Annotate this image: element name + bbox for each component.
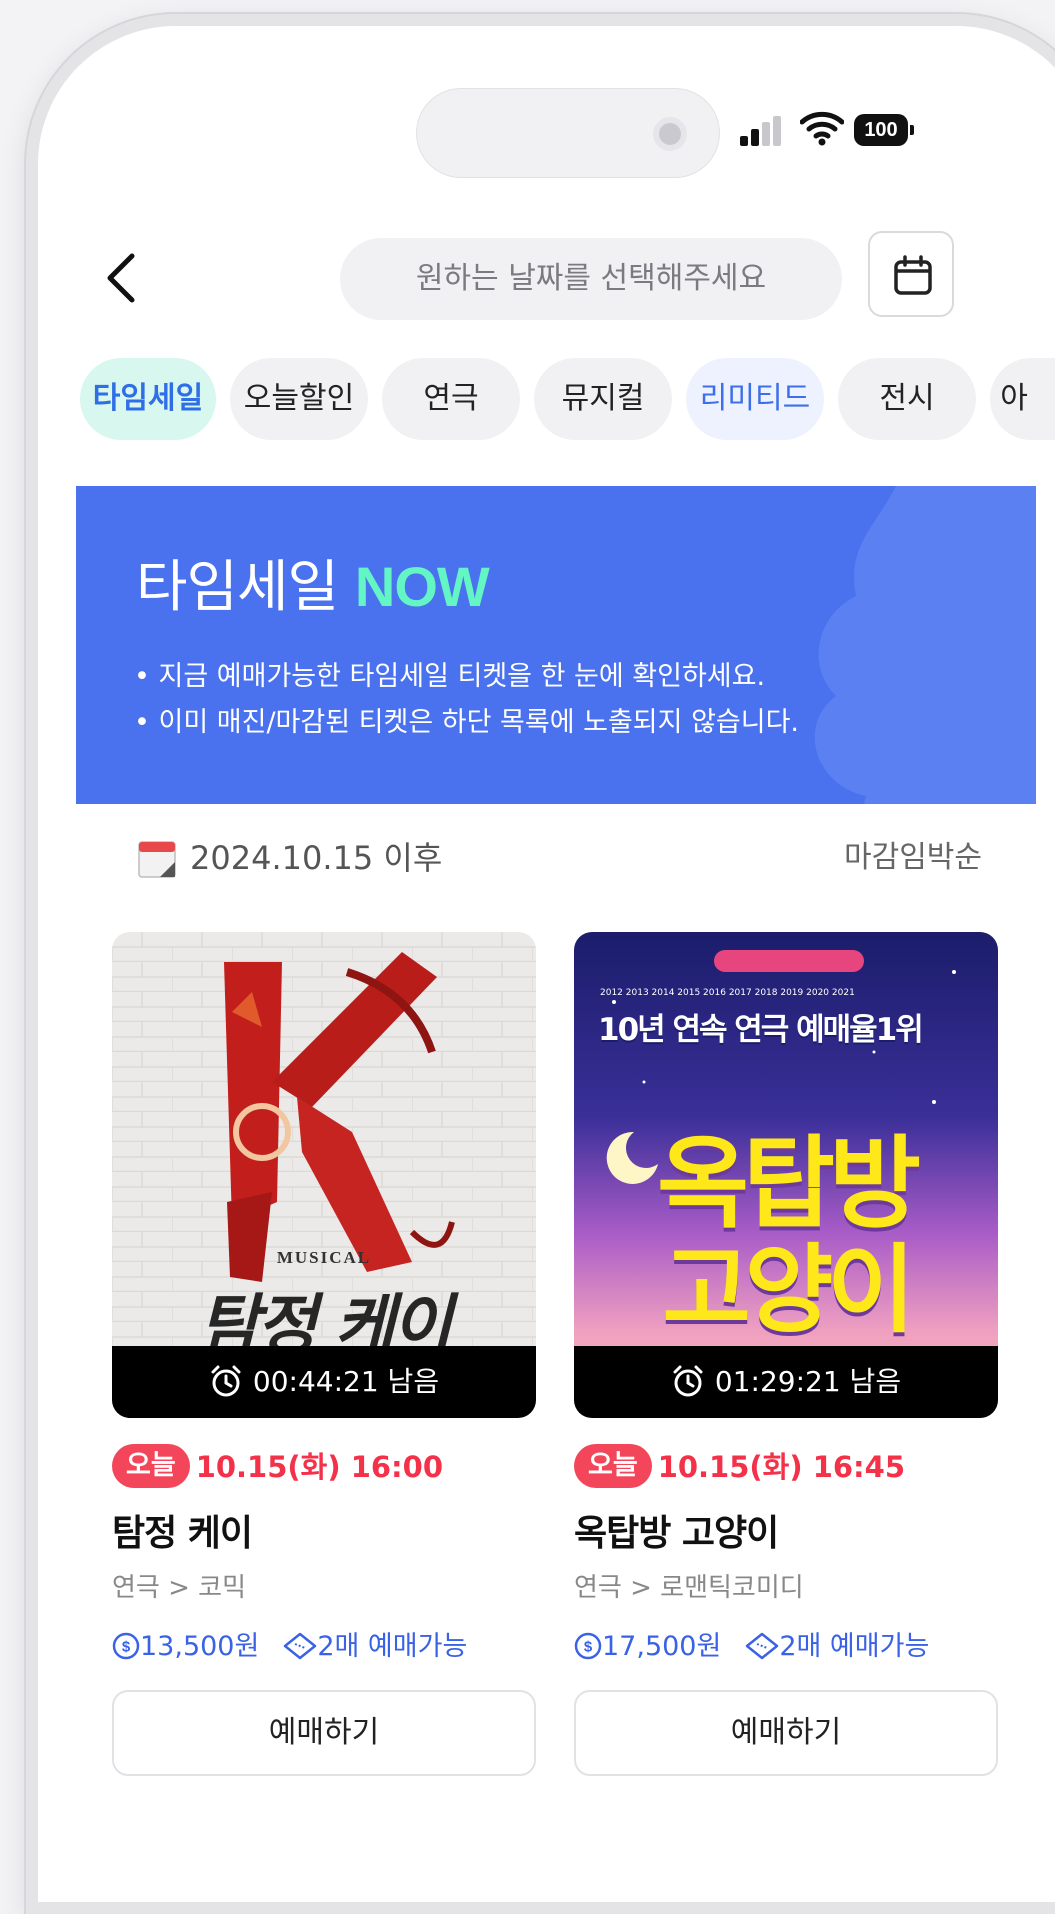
product-card: MUSICAL 탐정 케이 00:44:21 남음 오늘 10.15(화) 16:… (112, 932, 536, 1776)
dynamic-island (416, 88, 720, 178)
date-filter-label[interactable]: 2024.10.15 이후 (190, 838, 442, 878)
countdown-text: 00:44:21 남음 (252, 1365, 440, 1398)
alarm-clock-icon (673, 1365, 703, 1397)
banner-note: 지금 예매가능한 타임세일 티켓을 한 눈에 확인하세요. (134, 654, 799, 700)
banner-title-text: 타임세일 (136, 555, 339, 620)
sort-select[interactable]: 마감임박순 (844, 838, 982, 878)
calendar-emoji-icon (138, 841, 176, 878)
time-sale-banner[interactable]: 타임세일 NOW 지금 예매가능한 타임세일 티켓을 한 눈에 확인하세요. 이… (76, 486, 1036, 804)
ticket-icon (746, 1632, 779, 1659)
product-poster[interactable]: 2012 2013 2014 2015 2016 2017 2018 2019 … (574, 932, 998, 1418)
back-arrow-icon[interactable] (98, 250, 144, 306)
category-chips: 타임세일 오늘할인 연극 뮤지컬 리미티드 전시 아 (80, 358, 1055, 440)
camera-icon (653, 117, 687, 151)
banner-notes: 지금 예매가능한 타임세일 티켓을 한 눈에 확인하세요. 이미 매진/마감된 … (134, 654, 800, 746)
performance-time: 오늘 10.15(화) 16:00 (112, 1444, 536, 1488)
book-button[interactable]: 예매하기 (112, 1690, 536, 1776)
wifi-icon (800, 111, 844, 146)
countdown-text: 01:29:21 남음 (714, 1365, 902, 1398)
performance-time: 오늘 10.15(화) 16:45 (574, 1444, 998, 1488)
product-poster[interactable]: MUSICAL 탐정 케이 00:44:21 남음 (112, 932, 536, 1418)
book-button[interactable]: 예매하기 (574, 1690, 998, 1776)
banner-title: 타임세일 NOW (136, 542, 490, 623)
app-screen: 100 원하는 날짜를 선택해주세요 타임세일 오늘할인 연극 뮤지컬 리미티드… (38, 26, 1055, 1902)
svg-text:$: $ (584, 1638, 593, 1655)
product-meta: $ 17,500원 2매 예매가능 (574, 1624, 998, 1664)
poster-headline: 10년 연속 연극 예매율1위 (598, 1012, 924, 1048)
performance-datetime: 10.15(화) 16:45 (657, 1450, 906, 1484)
product-meta: $ 13,500원 2매 예매가능 (112, 1624, 536, 1664)
product-card: 2012 2013 2014 2015 2016 2017 2018 2019 … (574, 932, 998, 1776)
chip-more[interactable]: 아 (990, 358, 1055, 440)
battery-indicator: 100 (854, 114, 914, 146)
date-select-input[interactable]: 원하는 날짜를 선택해주세요 (340, 238, 842, 320)
product-price: 17,500원 (602, 1631, 722, 1662)
svg-text:$: $ (122, 1638, 131, 1655)
chip-time-sale[interactable]: 타임세일 (80, 358, 216, 440)
poster-title-line2: 고양이 (662, 1234, 916, 1346)
chip-limited[interactable]: 리미티드 (686, 358, 824, 440)
phone-frame: 100 원하는 날짜를 선택해주세요 타임세일 오늘할인 연극 뮤지컬 리미티드… (26, 14, 1055, 1914)
signal-icon (740, 116, 784, 146)
banner-note: 이미 매진/마감된 티켓은 하단 목록에 노출되지 않습니다. (134, 700, 800, 746)
product-title[interactable]: 탐정 케이 (112, 1510, 536, 1558)
performance-datetime: 10.15(화) 16:00 (195, 1450, 444, 1484)
cloud-decoration (814, 486, 1036, 804)
countdown-timer: 00:44:21 남음 (112, 1346, 536, 1418)
poster-years: 2012 2013 2014 2015 2016 2017 2018 2019 … (600, 988, 855, 998)
calendar-button[interactable] (868, 231, 954, 317)
chip-today-discount[interactable]: 오늘할인 (230, 358, 368, 440)
price-coin-icon: $ (112, 1632, 140, 1659)
product-title[interactable]: 옥탑방 고양이 (574, 1510, 998, 1558)
product-category: 연극 > 로맨틱코미디 (574, 1573, 804, 1603)
price-coin-icon: $ (574, 1632, 602, 1659)
ticket-availability: 2매 예매가능 (779, 1631, 930, 1662)
product-price: 13,500원 (140, 1631, 260, 1662)
chip-play[interactable]: 연극 (382, 358, 520, 440)
chip-musical[interactable]: 뮤지컬 (534, 358, 672, 440)
poster-musical-label: MUSICAL (276, 1248, 372, 1267)
product-category: 연극 > 코믹 (112, 1573, 246, 1603)
banner-title-highlight: NOW (354, 555, 490, 618)
alarm-clock-icon (211, 1365, 241, 1397)
chip-exhibition[interactable]: 전시 (838, 358, 976, 440)
ticket-availability: 2매 예매가능 (317, 1631, 468, 1662)
countdown-timer: 01:29:21 남음 (574, 1346, 998, 1418)
ticket-icon (284, 1632, 317, 1659)
calendar-icon (894, 255, 932, 295)
today-badge: 오늘 (112, 1444, 190, 1488)
today-badge: 오늘 (574, 1444, 652, 1488)
